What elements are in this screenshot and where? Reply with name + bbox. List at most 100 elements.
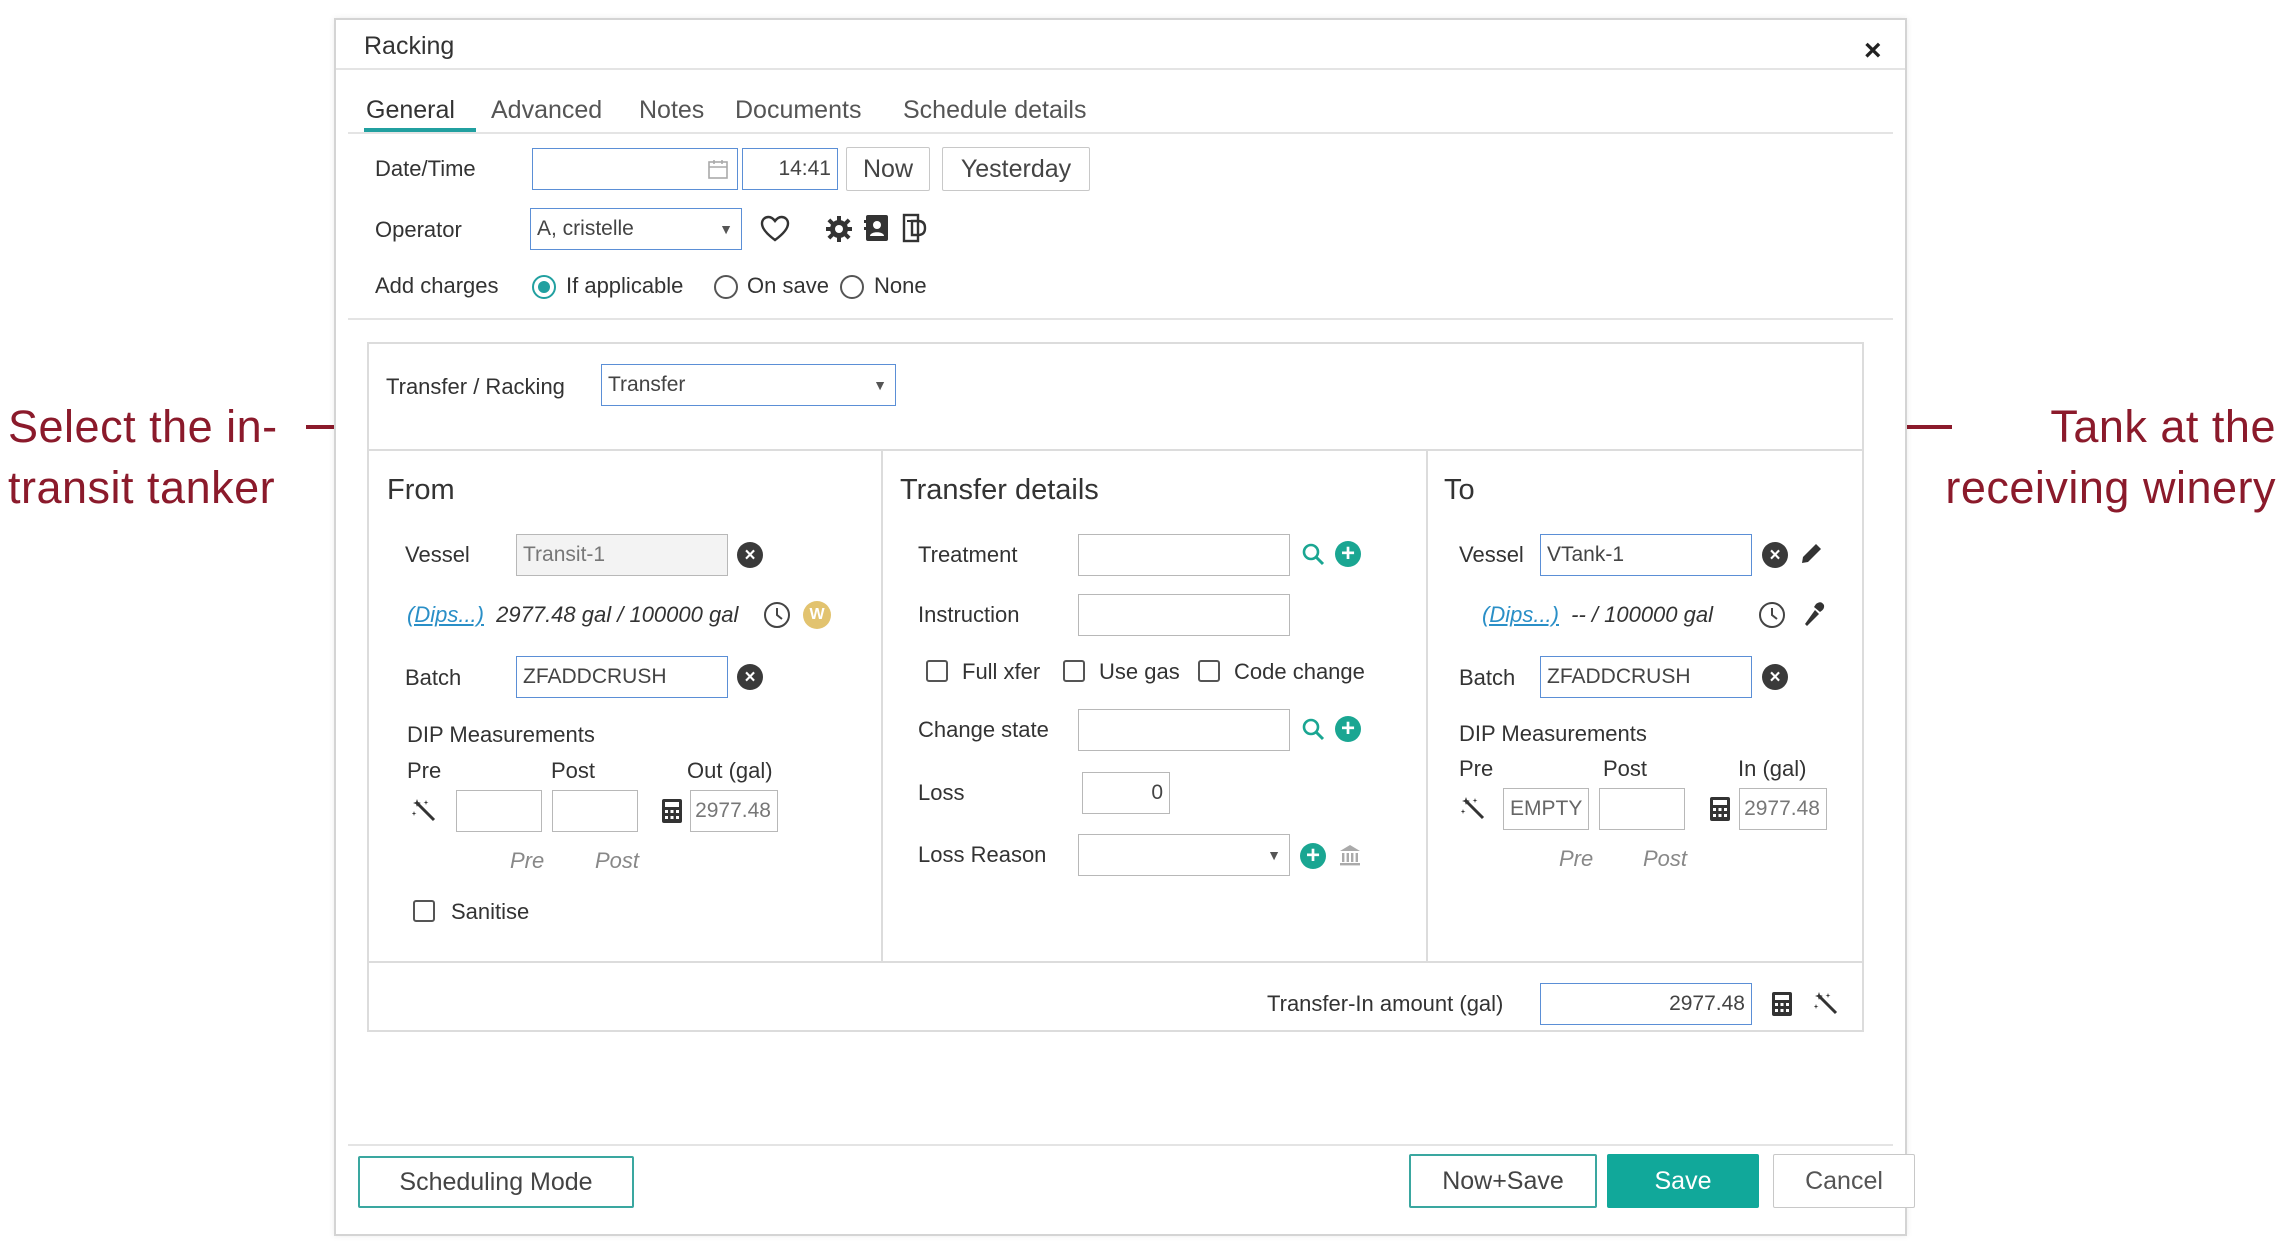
transfer-in-amount-input[interactable]: 2977.48 (1540, 983, 1752, 1025)
charges-none-radio[interactable] (840, 275, 864, 299)
now-button[interactable]: Now (846, 147, 930, 191)
full-xfer-checkbox[interactable] (926, 660, 948, 682)
instruction-label: Instruction (918, 602, 1020, 627)
from-out-header: Out (gal) (687, 758, 773, 783)
to-pre-caption: Pre (1559, 846, 1594, 871)
clear-to-batch-icon[interactable]: × (1762, 664, 1788, 690)
treatment-input[interactable] (1078, 534, 1290, 576)
transfer-type-select[interactable]: Transfer ▼ (601, 364, 896, 406)
treatment-label: Treatment (918, 542, 1018, 567)
magic-wand-icon[interactable] (411, 797, 439, 825)
from-title: From (387, 474, 455, 506)
callout-receiving-tank: Tank at the receiving winery (1906, 396, 2276, 518)
dropper-icon[interactable] (1799, 599, 1827, 629)
to-batch-input[interactable]: ZFADDCRUSH (1540, 656, 1752, 698)
document-icon[interactable] (900, 212, 930, 244)
tab-documents[interactable]: Documents (735, 96, 861, 125)
gear-icon[interactable] (824, 214, 854, 244)
general-divider (348, 318, 1893, 320)
from-batch-input[interactable]: ZFADDCRUSH (516, 656, 728, 698)
loss-input[interactable]: 0 (1082, 772, 1170, 814)
full-xfer-label: Full xfer (962, 659, 1041, 684)
to-vessel-label: Vessel (1459, 542, 1524, 567)
to-batch-label: Batch (1459, 665, 1516, 690)
tab-notes[interactable]: Notes (639, 96, 704, 125)
racking-dialog: Racking × General Advanced Notes Documen… (334, 18, 1915, 1236)
from-dips-link[interactable]: (Dips...) (407, 602, 484, 627)
use-gas-checkbox[interactable] (1063, 660, 1085, 682)
change-state-label: Change state (918, 717, 1049, 742)
add-treatment-icon[interactable]: + (1335, 541, 1361, 567)
magic-wand-icon[interactable] (1813, 990, 1841, 1018)
time-input[interactable]: 14:41 (742, 148, 838, 190)
from-dips-value: 2977.48 gal / 100000 gal (496, 602, 739, 627)
clear-from-batch-icon[interactable]: × (737, 664, 763, 690)
charges-if-applicable-radio[interactable] (532, 275, 556, 299)
from-out-input[interactable]: 2977.48 (690, 790, 778, 832)
contact-book-icon[interactable] (862, 212, 892, 244)
datetime-label: Date/Time (375, 156, 476, 181)
cancel-button[interactable]: Cancel (1773, 1154, 1915, 1208)
callout-right-line-1: Tank at the (2050, 401, 2276, 452)
charges-none-label: None (874, 273, 927, 298)
save-button[interactable]: Save (1607, 1154, 1759, 1208)
callout-in-transit-tanker: Select the in- transit tanker (8, 396, 308, 518)
to-dips-link[interactable]: (Dips...) (1482, 602, 1559, 627)
operator-select[interactable]: A, cristelle ▼ (530, 208, 742, 250)
from-pre-input[interactable] (456, 790, 542, 832)
loss-reason-select[interactable]: ▼ (1078, 834, 1290, 876)
clear-to-vessel-icon[interactable]: × (1762, 542, 1788, 568)
to-pre-input[interactable]: EMPTY (1503, 788, 1589, 830)
dialog-title: Racking (364, 32, 455, 60)
to-dips-value: -- / 100000 gal (1571, 602, 1713, 627)
sanitise-checkbox[interactable] (413, 900, 435, 922)
add-charges-label: Add charges (375, 273, 499, 298)
calendar-icon[interactable] (707, 158, 729, 186)
to-in-input[interactable]: 2977.48 (1739, 788, 1827, 830)
chevron-down-icon: ▼ (1267, 847, 1281, 863)
code-change-checkbox[interactable] (1198, 660, 1220, 682)
to-dip-title: DIP Measurements (1459, 721, 1647, 746)
instruction-input[interactable] (1078, 594, 1290, 636)
pencil-icon[interactable] (1797, 540, 1825, 568)
close-icon[interactable]: × (1864, 34, 1882, 68)
transfer-panel: Transfer / Racking Transfer ▼ From Vesse… (367, 342, 1864, 1032)
to-in-header: In (gal) (1738, 756, 1807, 781)
tab-advanced[interactable]: Advanced (491, 96, 602, 125)
add-change-state-icon[interactable]: + (1335, 716, 1361, 742)
calculator-icon[interactable] (1707, 795, 1733, 823)
to-post-caption: Post (1643, 846, 1688, 871)
charges-on-save-radio[interactable] (714, 275, 738, 299)
scheduling-mode-button[interactable]: Scheduling Mode (358, 1156, 634, 1208)
add-loss-reason-icon[interactable]: + (1300, 843, 1326, 869)
calculator-icon[interactable] (659, 797, 685, 825)
clock-icon[interactable] (761, 599, 793, 631)
from-batch-label: Batch (405, 665, 462, 690)
search-icon[interactable] (1300, 716, 1326, 742)
search-icon[interactable] (1300, 541, 1326, 567)
from-post-input[interactable] (552, 790, 638, 832)
heart-icon[interactable] (758, 212, 792, 246)
to-post-header: Post (1603, 756, 1648, 781)
panel-top-divider (369, 449, 1862, 451)
tab-general[interactable]: General (366, 96, 455, 125)
clear-from-vessel-icon[interactable]: × (737, 542, 763, 568)
date-input[interactable] (532, 148, 738, 190)
from-pre-header: Pre (407, 758, 442, 783)
tab-schedule-details[interactable]: Schedule details (903, 96, 1086, 125)
title-divider (336, 68, 1905, 70)
yesterday-button[interactable]: Yesterday (942, 147, 1090, 191)
bank-icon[interactable] (1337, 841, 1363, 869)
use-gas-label: Use gas (1099, 659, 1180, 684)
to-vessel-input[interactable]: VTank-1 (1540, 534, 1752, 576)
change-state-input[interactable] (1078, 709, 1290, 751)
now-save-button[interactable]: Now+Save (1409, 1154, 1597, 1208)
callout-left-line-1: Select the in- (8, 401, 278, 452)
to-post-input[interactable] (1599, 788, 1685, 830)
from-dips-row: (Dips...) 2977.48 gal / 100000 gal (407, 602, 738, 628)
chevron-down-icon: ▼ (719, 221, 733, 237)
from-vessel-input[interactable]: Transit-1 (516, 534, 728, 576)
clock-icon[interactable] (1756, 599, 1788, 631)
magic-wand-icon[interactable] (1460, 795, 1488, 823)
calculator-icon[interactable] (1769, 990, 1795, 1018)
